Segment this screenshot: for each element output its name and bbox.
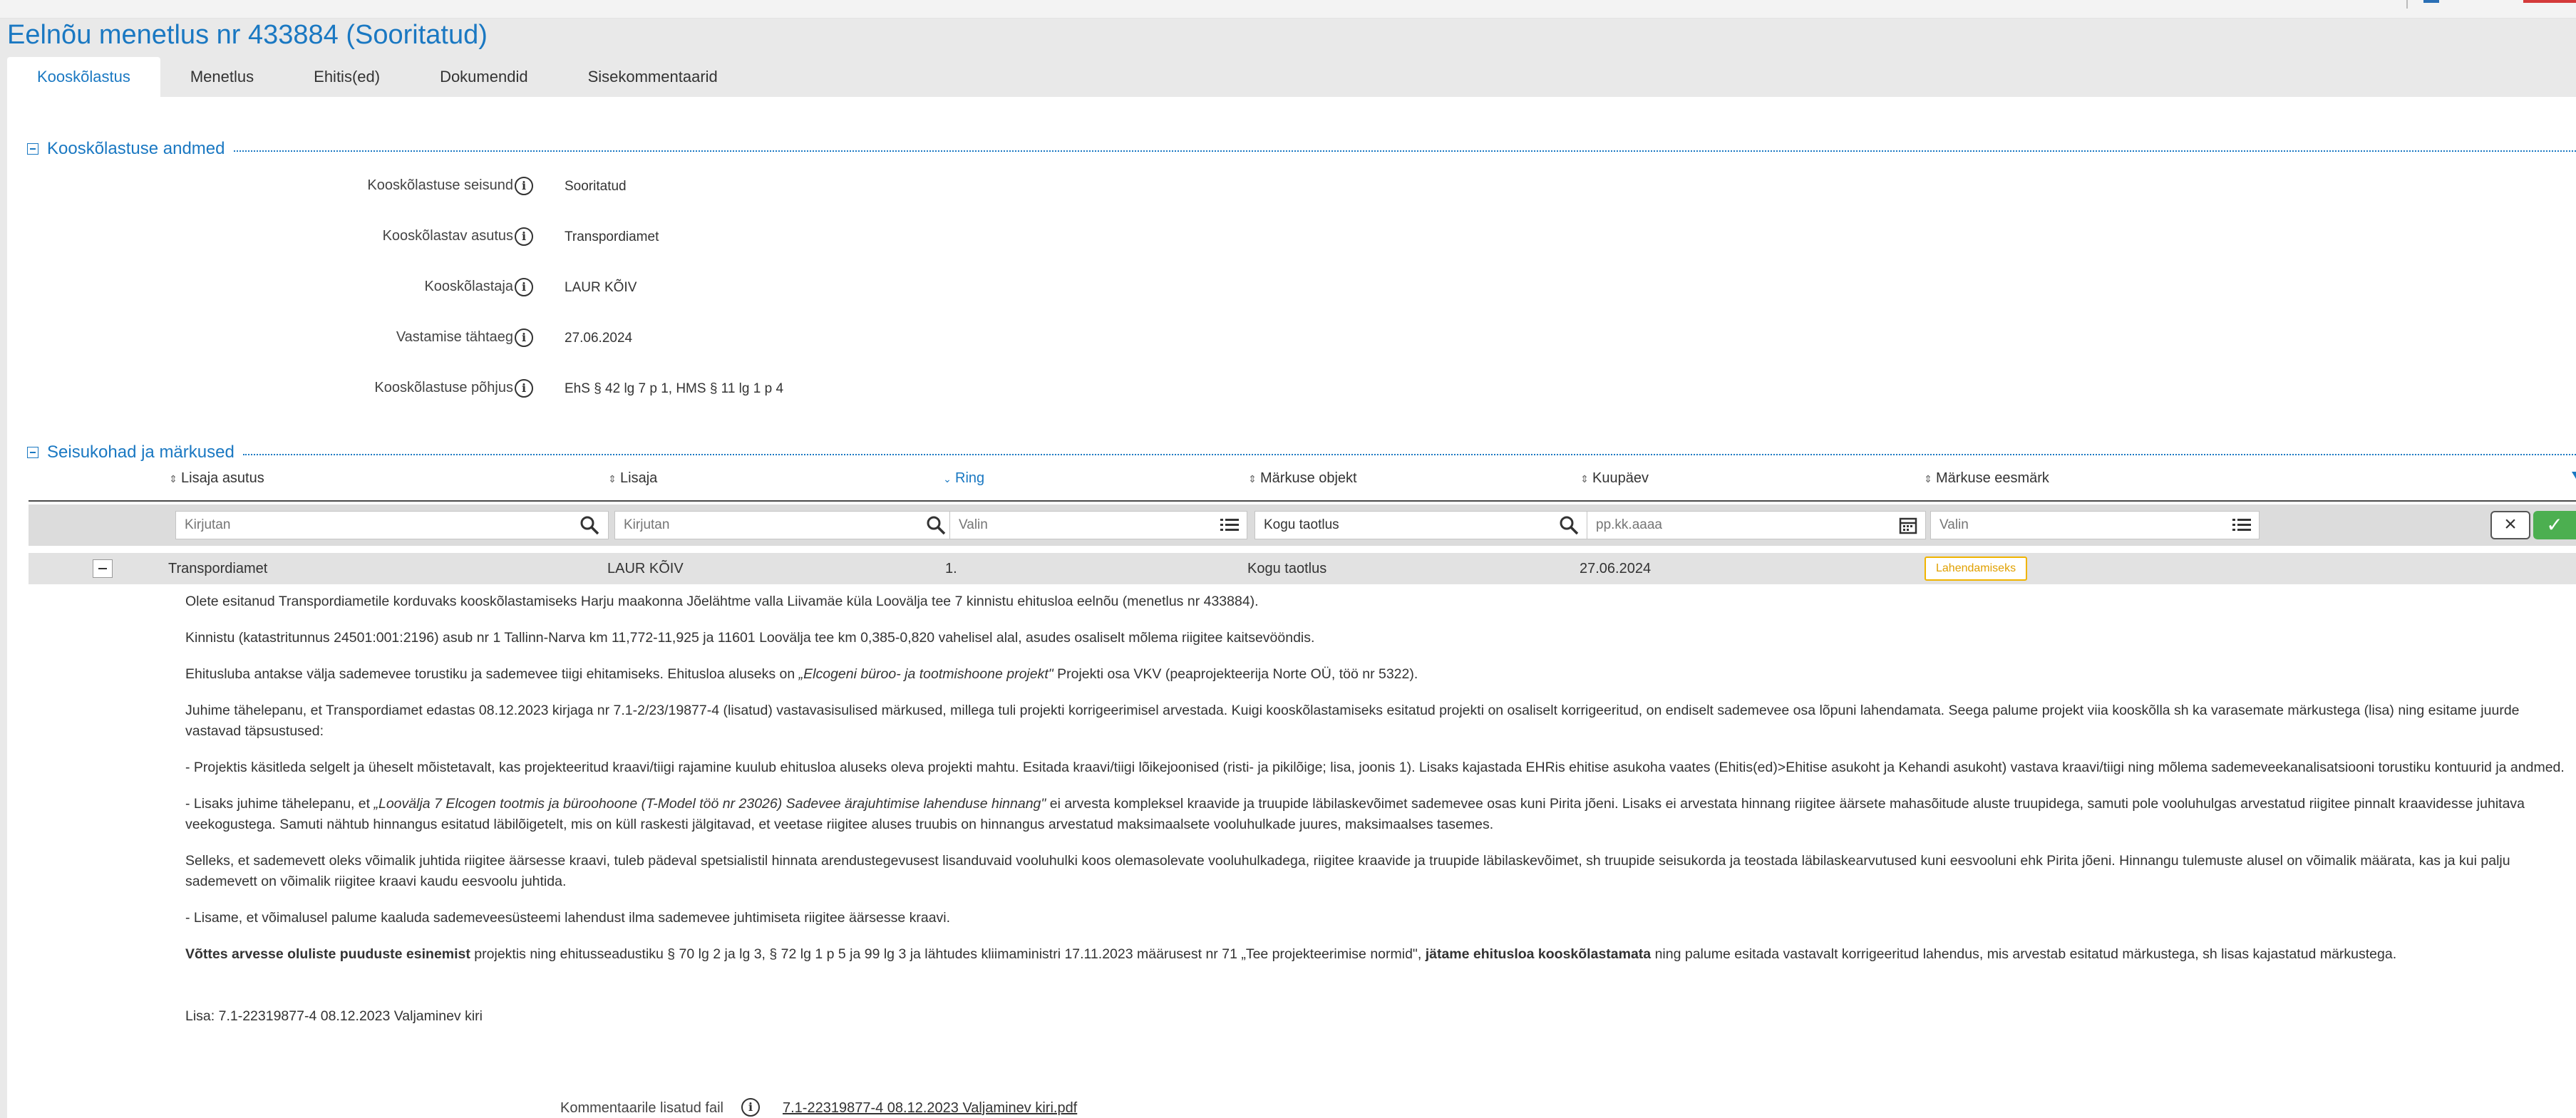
comment-paragraph: - Lisaks juhime tähelepanu, et „Loovälja… <box>185 796 2525 832</box>
field-value: LAUR KÕIV <box>565 280 637 295</box>
comment-paragraph: - Projektis käsitleda selgelt ja üheselt… <box>185 760 2565 775</box>
field-value: EhS § 42 lg 7 p 1, HMS § 11 lg 1 p 4 <box>565 381 784 396</box>
filter-objekt-input[interactable] <box>1254 511 1588 539</box>
field-row-pohjus: Kooskõlastuse põhjus i EhS § 42 lg 7 p 1… <box>7 378 1005 399</box>
cell-lisaja: LAUR KÕIV <box>607 561 684 576</box>
info-icon[interactable]: i <box>515 227 533 246</box>
collapse-row-icon[interactable] <box>93 559 113 578</box>
comment-paragraph: Ehitusluba antakse välja sademevee torus… <box>185 666 1418 682</box>
section-title: Kooskõlastuse andmed <box>47 139 225 158</box>
cell-kuupaev: 27.06.2024 <box>1580 561 1652 576</box>
collapse-icon[interactable] <box>27 447 38 458</box>
top-separator <box>2406 0 2408 9</box>
top-red-marker <box>2523 0 2576 3</box>
chevron-down-icon: ⌄ <box>943 472 952 485</box>
field-value: 27.06.2024 <box>565 331 633 346</box>
column-header-lisaja-asutus[interactable]: ⇕ Lisaja asutus <box>168 470 264 487</box>
section-divider <box>233 150 2576 152</box>
search-icon[interactable] <box>1558 514 1580 536</box>
field-value: Sooritatud <box>565 179 627 194</box>
column-header-lisaja[interactable]: ⇕ Lisaja <box>607 470 657 487</box>
header-divider <box>29 500 2576 502</box>
info-icon[interactable]: i <box>741 1098 760 1117</box>
field-label: Vastamise tähtaeg <box>396 329 513 345</box>
filter-eesmark-select[interactable] <box>1930 511 2260 539</box>
comment-body: Olete esitanud Transpordiametile korduva… <box>185 591 2576 1042</box>
tab-kooskolastus[interactable]: Kooskõlastus <box>7 57 160 97</box>
search-icon[interactable] <box>925 514 947 536</box>
attachment-label: Kommentaarile lisatud fail <box>560 1100 723 1116</box>
section-seisukohad-header[interactable]: Seisukohad ja märkused <box>27 442 2576 463</box>
filter-kuupaev-input[interactable] <box>1587 511 1926 539</box>
filter-bar: × ✓ <box>29 504 2576 546</box>
comment-paragraph: Selleks, et sademevett oleks võimalik ju… <box>185 853 2510 889</box>
cell-objekt: Kogu taotlus <box>1247 561 1327 576</box>
field-label: Kooskõlastav asutus <box>382 228 513 244</box>
top-blue-marker <box>2423 0 2439 3</box>
info-icon[interactable]: i <box>515 177 533 195</box>
cell-ring: 1. <box>945 561 957 576</box>
sort-icon: ⇕ <box>608 472 617 485</box>
filter-asutus-input[interactable] <box>175 511 609 539</box>
section-title: Seisukohad ja märkused <box>47 442 235 462</box>
sort-icon: ⇕ <box>1248 472 1257 485</box>
tab-bar: Kooskõlastus Menetlus Ehitis(ed) Dokumen… <box>7 57 748 97</box>
column-header-markuse-eesmark[interactable]: ⇕ Märkuse eesmärk <box>1923 470 2049 487</box>
page-title: Eelnõu menetlus nr 433884 (Sooritatud) <box>7 20 488 50</box>
tab-ehitised[interactable]: Ehitis(ed) <box>284 57 410 97</box>
field-row-asutus: Kooskõlastav asutus i Transpordiamet <box>7 226 1005 247</box>
comment-paragraph: Kinnistu (katastritunnus 24501:001:2196)… <box>185 630 1315 646</box>
browser-top-strip <box>0 0 2576 19</box>
column-header-ring[interactable]: ⌄ Ring <box>942 470 984 487</box>
section-divider <box>242 454 2576 455</box>
sort-icon: ⇕ <box>1924 472 1932 485</box>
sort-icon: ⇕ <box>1580 472 1589 485</box>
app-shell: Eelnõu menetlus nr 433884 (Sooritatud) K… <box>0 19 2576 1118</box>
status-badge: Lahendamiseks <box>1925 557 2028 581</box>
table-header: ⇕ Lisaja asutus ⇕ Lisaja ⌄ Ring ⇕ Märkuse ob… <box>7 470 2576 492</box>
chevron-down-icon[interactable] <box>2572 472 2576 479</box>
field-label: Kooskõlastuse põhjus <box>374 380 513 395</box>
field-value: Transpordiamet <box>565 229 659 244</box>
comment-paragraph: - Lisame, et võimalusel palume kaaluda s… <box>185 910 951 926</box>
close-icon: × <box>2504 512 2517 536</box>
calendar-icon[interactable] <box>1897 514 1919 536</box>
filter-lisaja-input[interactable] <box>614 511 955 539</box>
column-header-kuupaev[interactable]: ⇕ Kuupäev <box>1580 470 1649 487</box>
info-icon[interactable]: i <box>515 379 533 398</box>
attachment-file-link[interactable]: 7.1-22319877-4 08.12.2023 Valjaminev kir… <box>783 1100 1077 1117</box>
comment-paragraph: Olete esitanud Transpordiametile korduva… <box>185 594 1259 609</box>
check-icon: ✓ <box>2546 514 2563 536</box>
tab-sisekommentaarid[interactable]: Sisekommentaarid <box>558 57 748 97</box>
comment-paragraph: Juhime tähelepanu, et Transpordiamet eda… <box>185 703 2520 739</box>
info-icon[interactable]: i <box>515 328 533 347</box>
tab-dokumendid[interactable]: Dokumendid <box>410 57 558 97</box>
list-icon[interactable] <box>2231 514 2252 536</box>
field-row-kooskolastaja: Kooskõlastaja i LAUR KÕIV <box>7 276 1005 298</box>
sort-icon: ⇕ <box>169 472 177 485</box>
tab-menetlus[interactable]: Menetlus <box>160 57 284 97</box>
column-header-markuse-objekt[interactable]: ⇕ Märkuse objekt <box>1247 470 1357 487</box>
field-label: Kooskõlastuse seisund <box>367 177 513 193</box>
tab-panel: Kooskõlastuse andmed Kooskõlastuse seisu… <box>7 97 2576 1118</box>
table-row[interactable]: Transpordiamet LAUR KÕIV 1. Kogu taotlus… <box>29 553 2576 584</box>
comment-paragraph: Võttes arvesse oluliste puuduste esinemi… <box>185 946 2397 962</box>
collapse-icon[interactable] <box>27 143 38 155</box>
section-kooskolastuse-andmed-header[interactable]: Kooskõlastuse andmed <box>27 138 2576 160</box>
search-icon[interactable] <box>579 514 600 536</box>
filter-ring-select[interactable] <box>949 511 1247 539</box>
field-label: Kooskõlastaja <box>424 279 513 294</box>
field-row-tahtaeg: Vastamise tähtaeg i 27.06.2024 <box>7 327 1005 348</box>
list-icon[interactable] <box>1219 514 1240 536</box>
comment-attachment-note: Lisa: 7.1-22319877-4 08.12.2023 Valjamin… <box>185 1008 483 1024</box>
clear-filters-button[interactable]: × <box>2490 511 2530 539</box>
info-icon[interactable]: i <box>515 278 533 296</box>
apply-filters-button[interactable]: ✓ <box>2533 511 2576 539</box>
attachment-row: Kommentaarile lisatud fail i 7.1-2231987… <box>7 1096 2576 1118</box>
field-row-seisund: Kooskõlastuse seisund i Sooritatud <box>7 175 1005 197</box>
cell-asutus: Transpordiamet <box>168 561 268 576</box>
